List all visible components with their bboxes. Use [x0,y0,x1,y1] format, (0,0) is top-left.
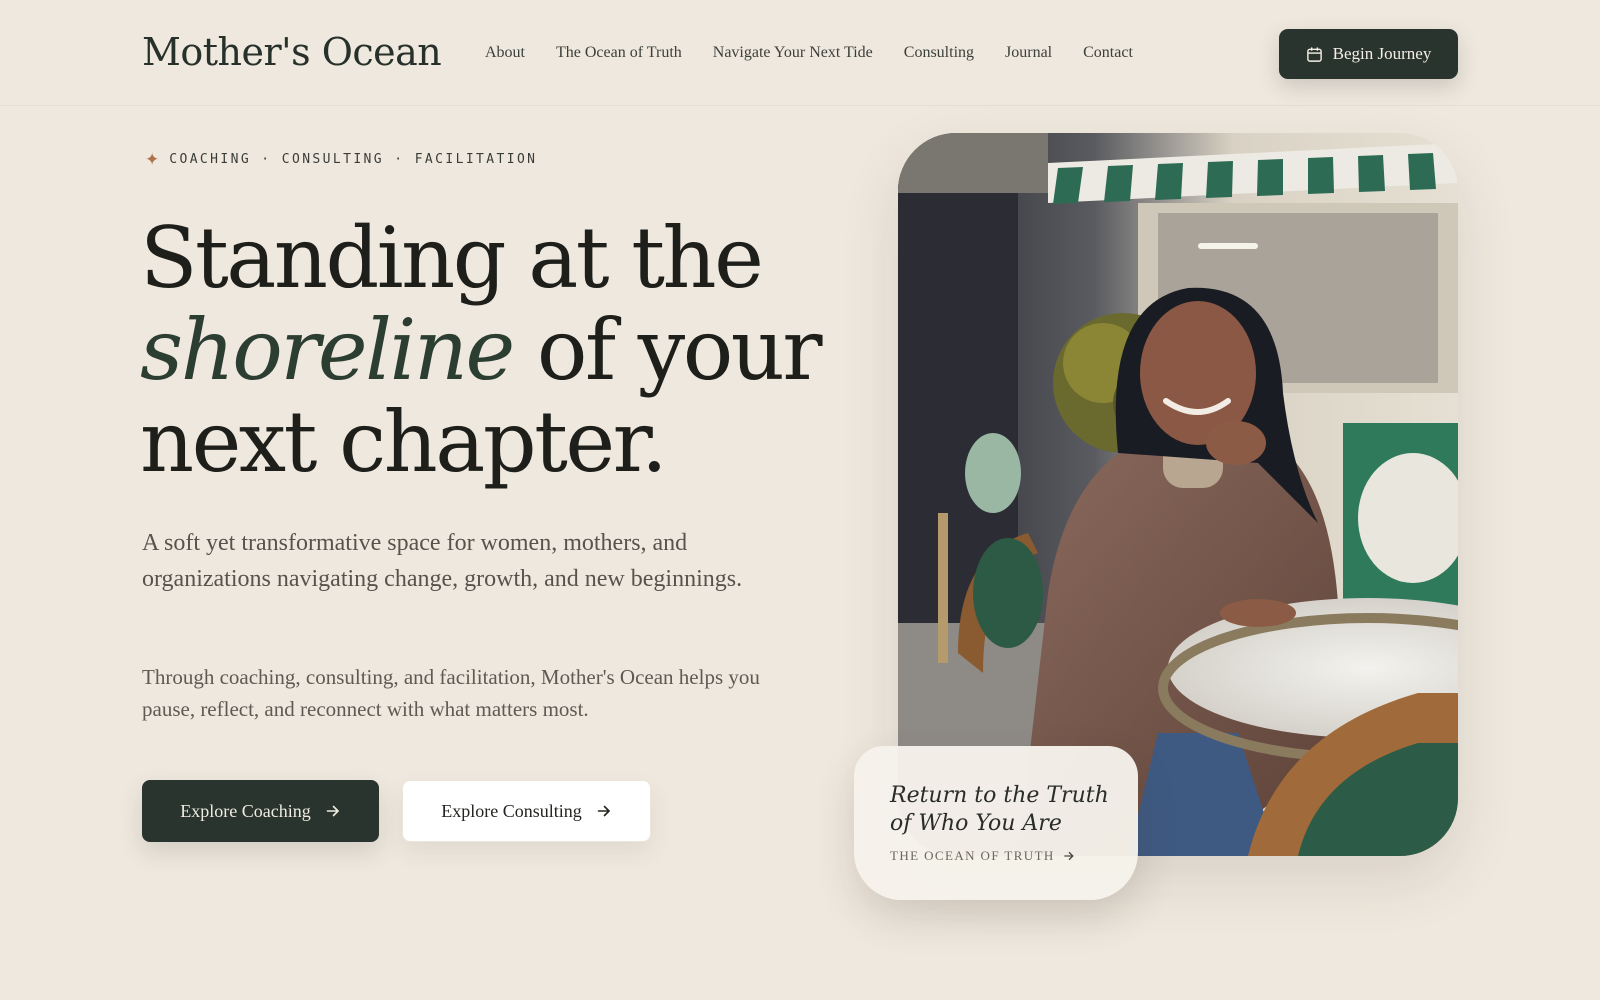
site-header: Mother's Ocean About The Ocean of Truth … [0,0,1600,106]
hero-body: Through coaching, consulting, and facili… [142,665,760,721]
begin-journey-button[interactable]: Begin Journey [1279,29,1458,79]
nav-item-contact[interactable]: Contact [1083,44,1133,62]
arrow-right-icon [1063,851,1074,861]
explore-coaching-button[interactable]: Explore Coaching [142,780,379,842]
explore-coaching-label: Explore Coaching [180,800,311,821]
headline-line-1: Standing at the [140,209,764,307]
arrow-right-icon [326,805,339,817]
main-nav: About The Ocean of Truth Navigate Your N… [485,44,1164,62]
ocean-of-truth-link[interactable]: THE OCEAN OF TRUTH [890,848,1075,864]
caption-card[interactable]: Return to the Truth of Who You Are THE O… [854,746,1138,900]
hero-subtitle: A soft yet transformative space for wome… [142,530,743,592]
begin-journey-label: Begin Journey [1332,44,1432,63]
caption-link-label: THE OCEAN OF TRUTH [890,848,1055,863]
nav-item-about[interactable]: About [485,44,525,62]
headline-line-2-rest: of your [512,301,823,399]
hero-headline: Standing at the shoreline of your next c… [140,212,860,488]
headline-line-3: next chapter. [140,393,668,491]
calendar-icon [1306,46,1322,62]
nav-item-ocean-of-truth[interactable]: The Ocean of Truth [556,44,682,62]
sparkle-icon: ✦ [145,150,160,169]
hero-eyebrow: ✦ COACHING · CONSULTING · FACILITATION [145,151,537,168]
explore-consulting-label: Explore Consulting [441,800,582,821]
eyebrow-text: COACHING · CONSULTING · FACILITATION [169,152,538,167]
explore-consulting-button[interactable]: Explore Consulting [402,780,651,842]
nav-item-journal[interactable]: Journal [1005,44,1052,62]
arrow-right-icon [597,805,610,817]
caption-title: Return to the Truth of Who You Are [890,783,1109,836]
nav-item-consulting[interactable]: Consulting [904,44,974,62]
nav-item-navigate-next-tide[interactable]: Navigate Your Next Tide [713,44,873,62]
brand-logo[interactable]: Mother's Ocean [142,30,442,74]
headline-italic-word: shoreline [140,301,515,399]
